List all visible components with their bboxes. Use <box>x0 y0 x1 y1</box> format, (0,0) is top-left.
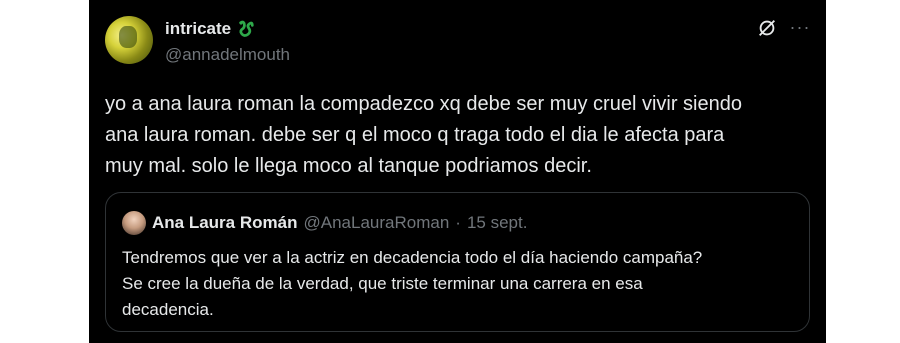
quote-avatar <box>122 211 146 235</box>
avatar[interactable] <box>105 16 153 64</box>
quote-date: 15 sept. <box>466 213 528 232</box>
quote-header: Ana Laura Román @AnaLauraRoman · 15 sept… <box>122 211 527 235</box>
quoted-tweet[interactable]: Ana Laura Román @AnaLauraRoman · 15 sept… <box>105 192 810 332</box>
tweet-card[interactable]: intricate @annadelmouth ··· yo a ana lau… <box>89 0 826 343</box>
snake-emoji-icon <box>239 20 254 37</box>
quote-author-handle: @AnaLauraRoman <box>303 213 450 232</box>
tweet-text: yo a ana laura roman la compadezco xq de… <box>105 93 742 177</box>
author-handle[interactable]: @annadelmouth <box>165 45 290 65</box>
quote-author-name: Ana Laura Román <box>152 213 298 232</box>
quote-separator: · <box>455 213 461 232</box>
author-display-name[interactable]: intricate <box>165 19 231 39</box>
more-options-icon[interactable]: ··· <box>789 17 811 39</box>
quote-text: Tendremos que ver a la actriz en decaden… <box>122 248 703 319</box>
author-name-row: intricate <box>165 19 255 39</box>
grok-icon[interactable] <box>756 17 778 39</box>
